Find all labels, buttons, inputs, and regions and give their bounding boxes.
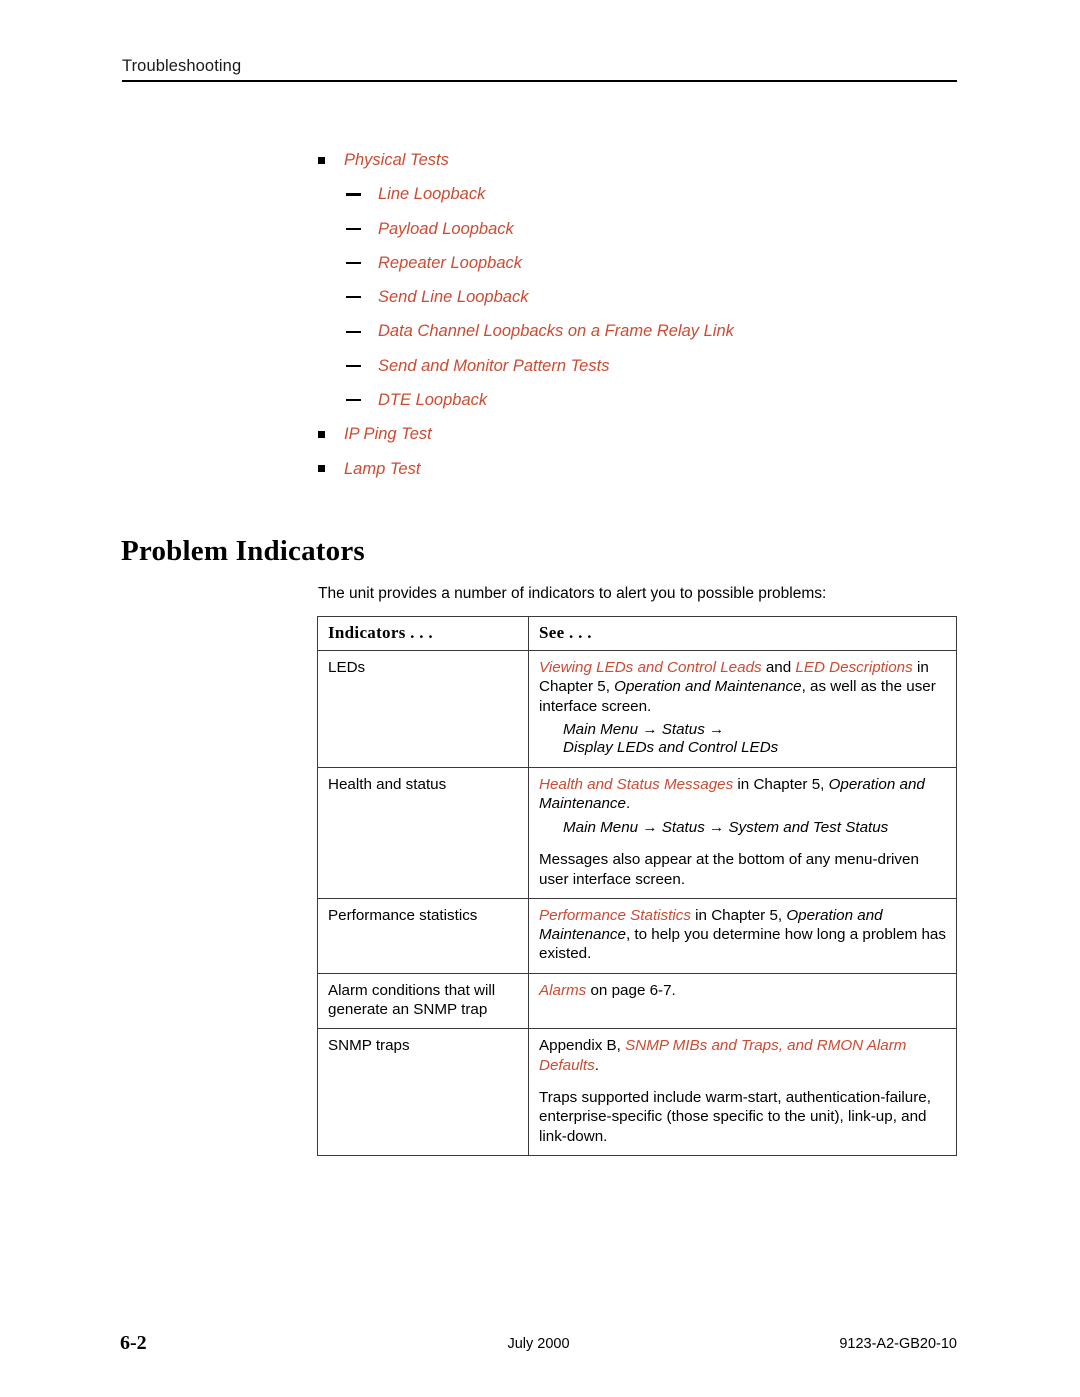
table-row: Health and status Health and Status Messa… bbox=[317, 767, 957, 899]
indicators-table: Indicators . . . See . . . LEDs Viewing L… bbox=[317, 616, 957, 1156]
topic-list-item-label: IP Ping Test bbox=[344, 425, 432, 444]
running-header-rule bbox=[122, 80, 957, 82]
running-header-text: Troubleshooting bbox=[122, 57, 242, 75]
topic-list-item[interactable]: Payload Loopback bbox=[318, 212, 958, 246]
square-bullet-icon bbox=[318, 143, 344, 177]
cell-indicator: Health and status bbox=[317, 767, 529, 899]
topic-list-item[interactable]: Send Line Loopback bbox=[318, 280, 958, 314]
dash-bullet-icon bbox=[346, 314, 378, 348]
body-text: in Chapter 5, bbox=[733, 776, 829, 794]
dash-bullet-icon bbox=[346, 383, 378, 417]
chapter-topic-list: Physical Tests Line Loopback Payload Loopb… bbox=[318, 143, 958, 486]
square-bullet-icon bbox=[318, 417, 344, 451]
topic-list-item-label: DTE Loopback bbox=[378, 391, 488, 410]
table-header-row: Indicators . . . See . . . bbox=[317, 616, 957, 651]
table-body: LEDs Viewing LEDs and Control Leads and L… bbox=[317, 649, 957, 1156]
cell-paragraph: Traps supported include warm-start, auth… bbox=[539, 1088, 946, 1146]
cell-indicator: LEDs bbox=[317, 649, 529, 769]
body-text: . bbox=[594, 1056, 599, 1074]
topic-list-item[interactable]: Lamp Test bbox=[318, 452, 958, 486]
emphasis-text: Operation and Maintenance bbox=[614, 678, 802, 696]
body-text: Messages also appear at the bottom of an… bbox=[539, 851, 919, 888]
cell-see: Appendix B, SNMP MIBs and Traps, and RMO… bbox=[528, 1028, 957, 1156]
topic-list-item-label: Send and Monitor Pattern Tests bbox=[378, 356, 610, 375]
page-title: Problem Indicators bbox=[121, 535, 365, 568]
topic-list-item[interactable]: Line Loopback bbox=[318, 177, 958, 211]
topic-list-item-label: Payload Loopback bbox=[378, 219, 514, 238]
dash-bullet-icon bbox=[346, 280, 378, 314]
running-header: Troubleshooting bbox=[122, 56, 957, 82]
dash-bullet-icon bbox=[346, 212, 378, 246]
topic-list-item[interactable]: IP Ping Test bbox=[318, 417, 958, 451]
dash-bullet-icon bbox=[346, 349, 378, 383]
table-header: Indicators . . . See . . . bbox=[317, 616, 957, 651]
body-text: in Chapter 5, bbox=[690, 906, 787, 924]
dash-bullet-icon bbox=[346, 246, 378, 280]
cell-see: Viewing LEDs and Control Leads and LED D… bbox=[528, 649, 957, 769]
cell-paragraph: Viewing LEDs and Control Leads and LED D… bbox=[539, 658, 946, 716]
topic-list-item[interactable]: Physical Tests bbox=[318, 143, 958, 177]
topic-list-item-label: Repeater Loopback bbox=[378, 253, 523, 272]
topic-list-item-label: Physical Tests bbox=[344, 151, 449, 169]
column-header-see: See . . . bbox=[528, 616, 957, 651]
topic-list-item-label: Lamp Test bbox=[344, 459, 421, 478]
topic-list-item-label: Send Line Loopback bbox=[378, 288, 529, 307]
page-footer: 6-2 July 2000 9123-A2-GB20-10 bbox=[120, 1332, 957, 1356]
table-row: SNMP traps Appendix B, SNMP MIBs and Trap… bbox=[317, 1028, 957, 1156]
column-header-indicators: Indicators . . . bbox=[317, 616, 529, 651]
cross-reference-link[interactable]: LED Descriptions bbox=[795, 659, 912, 676]
cell-paragraph: Messages also appear at the bottom of an… bbox=[539, 850, 946, 889]
menu-path: Main Menu → Status → System and Test Sta… bbox=[563, 818, 889, 836]
cross-reference-link[interactable]: Performance Statistics bbox=[539, 907, 691, 924]
cross-reference-link[interactable]: Viewing LEDs and Control Leads bbox=[539, 659, 762, 676]
dash-bullet-icon bbox=[346, 177, 378, 211]
cell-see: Alarms on page 6-7. bbox=[528, 972, 957, 1030]
body-text: and bbox=[761, 659, 796, 676]
topic-list-item-label: Data Channel Loopbacks on a Frame Relay … bbox=[378, 322, 734, 341]
cell-paragraph: Alarms on page 6-7. bbox=[539, 981, 946, 1000]
table-row: LEDs Viewing LEDs and Control Leads and L… bbox=[317, 649, 957, 769]
cell-see: Health and Status Messages in Chapter 5,… bbox=[528, 767, 957, 899]
cross-reference-link[interactable]: Health and Status Messages bbox=[539, 776, 733, 793]
topic-list-item[interactable]: Data Channel Loopbacks on a Frame Relay … bbox=[318, 314, 958, 348]
topic-list-item-label: Line Loopback bbox=[378, 185, 486, 204]
menu-path: Main Menu → Status → Display LEDs and Co… bbox=[563, 720, 779, 757]
intro-paragraph: The unit provides a number of indicators… bbox=[318, 584, 827, 602]
cell-see: Performance Statistics in Chapter 5, Ope… bbox=[528, 897, 957, 974]
table-row: Performance statistics Performance Statis… bbox=[317, 897, 957, 974]
body-text: Appendix B, bbox=[539, 1037, 626, 1055]
cell-paragraph: Health and Status Messages in Chapter 5,… bbox=[539, 775, 946, 814]
square-bullet-icon bbox=[318, 452, 344, 486]
table-row: Alarm conditions that will generate an S… bbox=[317, 972, 957, 1030]
cell-indicator: SNMP traps bbox=[317, 1028, 529, 1156]
cell-indicator: Alarm conditions that will generate an S… bbox=[317, 972, 529, 1030]
body-text: . bbox=[625, 795, 631, 813]
topic-list-item[interactable]: Send and Monitor Pattern Tests bbox=[318, 349, 958, 383]
cell-indicator: Performance statistics bbox=[317, 897, 529, 974]
body-text: Traps supported include warm-start, auth… bbox=[539, 1088, 931, 1145]
cell-paragraph: Performance Statistics in Chapter 5, Ope… bbox=[539, 906, 946, 964]
body-text: on page 6-7. bbox=[586, 981, 676, 999]
topic-list-item[interactable]: DTE Loopback bbox=[318, 383, 958, 417]
cross-reference-link[interactable]: Alarms bbox=[539, 982, 586, 999]
topic-list-item[interactable]: Repeater Loopback bbox=[318, 246, 958, 280]
footer-document-number: 9123-A2-GB20-10 bbox=[839, 1336, 957, 1352]
footer-date: July 2000 bbox=[507, 1336, 570, 1352]
cell-paragraph: Appendix B, SNMP MIBs and Traps, and RMO… bbox=[539, 1036, 946, 1075]
